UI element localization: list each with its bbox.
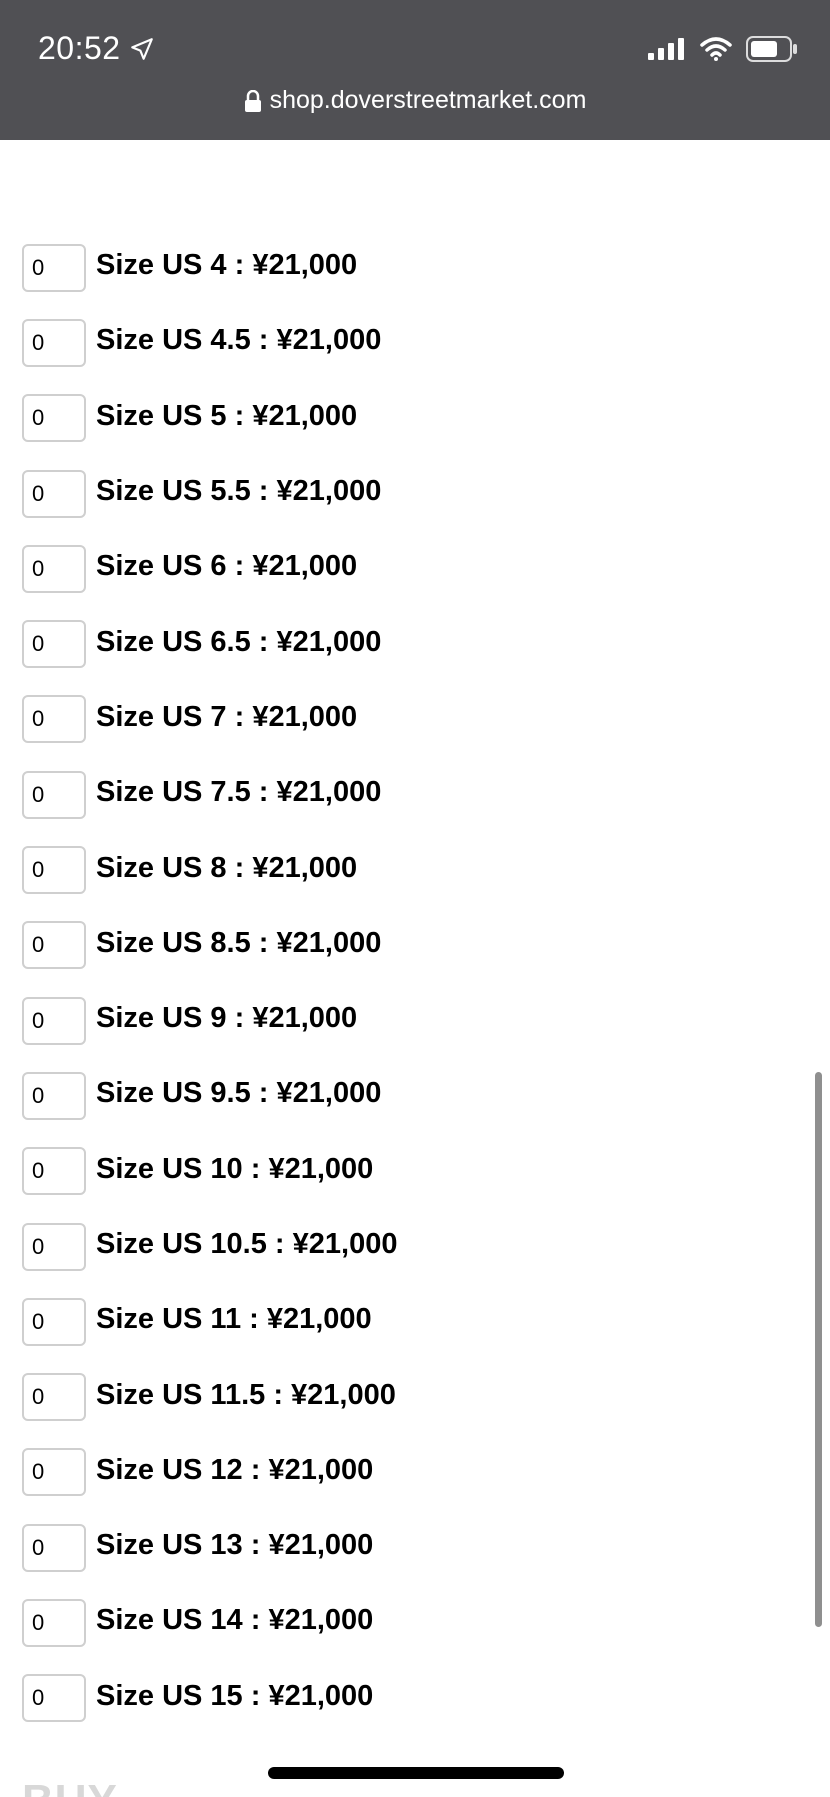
quantity-input[interactable]: [22, 1071, 86, 1120]
home-indicator[interactable]: [268, 1767, 564, 1779]
size-row: Size US 13 : ¥21,000: [22, 1508, 782, 1583]
quantity-input[interactable]: [22, 1598, 86, 1647]
size-row: Size US 4.5 : ¥21,000: [22, 303, 782, 378]
size-row: Size US 11 : ¥21,000: [22, 1282, 782, 1357]
quantity-input[interactable]: [22, 544, 86, 593]
size-price-label: Size US 13 : ¥21,000: [96, 1529, 374, 1562]
quantity-input[interactable]: [22, 1373, 86, 1422]
quantity-input[interactable]: [22, 770, 86, 819]
browser-top-bar: 20:52 shop.doverstreetmarket.com: [0, 0, 830, 140]
size-row: Size US 12 : ¥21,000: [22, 1433, 782, 1508]
status-time: 20:52: [38, 30, 155, 67]
size-price-label: Size US 9.5 : ¥21,000: [96, 1077, 382, 1110]
size-price-label: Size US 6.5 : ¥21,000: [96, 625, 382, 658]
scrollbar[interactable]: [815, 1072, 822, 1627]
quantity-input[interactable]: [22, 846, 86, 895]
quantity-input[interactable]: [22, 1297, 86, 1346]
size-row: Size US 6 : ¥21,000: [22, 529, 782, 604]
quantity-input[interactable]: [22, 318, 86, 367]
quantity-input[interactable]: [22, 1523, 86, 1572]
status-icons: [648, 36, 798, 62]
size-price-label: Size US 9 : ¥21,000: [96, 1002, 358, 1035]
quantity-input[interactable]: [22, 1448, 86, 1497]
quantity-input[interactable]: [22, 243, 86, 292]
size-row: Size US 9 : ¥21,000: [22, 981, 782, 1056]
size-price-label: Size US 14 : ¥21,000: [96, 1604, 374, 1637]
quantity-input[interactable]: [22, 394, 86, 443]
size-row: Size US 5.5 : ¥21,000: [22, 454, 782, 529]
quantity-input[interactable]: [22, 1147, 86, 1196]
status-time-text: 20:52: [38, 30, 121, 66]
url-text: shop.doverstreetmarket.com: [269, 86, 587, 114]
size-price-label: Size US 11.5 : ¥21,000: [96, 1378, 396, 1411]
size-price-label: Size US 12 : ¥21,000: [96, 1453, 374, 1486]
size-row: Size US 8.5 : ¥21,000: [22, 906, 782, 981]
size-price-label: Size US 10.5 : ¥21,000: [96, 1228, 398, 1260]
lock-icon: [244, 89, 261, 112]
size-price-label: Size US 10 : ¥21,000: [96, 1152, 374, 1185]
quantity-input[interactable]: [22, 996, 86, 1045]
size-price-label: Size US 5 : ¥21,000: [96, 399, 358, 432]
size-row: Size US 10.5 : ¥21,000: [22, 1207, 782, 1282]
size-row: Size US 8 : ¥21,000: [22, 830, 782, 905]
size-price-label: Size US 11 : ¥21,000: [96, 1303, 372, 1336]
size-row: Size US 9.5 : ¥21,000: [22, 1056, 782, 1131]
size-row: Size US 10 : ¥21,000: [22, 1132, 782, 1207]
size-row: Size US 5 : ¥21,000: [22, 379, 782, 454]
location-arrow-icon: [130, 37, 153, 60]
buy-button-partial[interactable]: BUY: [22, 1776, 118, 1797]
cellular-signal-icon: [648, 38, 684, 60]
quantity-input[interactable]: [22, 695, 86, 744]
battery-icon: [746, 36, 797, 62]
size-row: Size US 6.5 : ¥21,000: [22, 604, 782, 679]
size-row: Size US 4 : ¥21,000: [22, 228, 782, 303]
size-quantity-list: Size US 4 : ¥21,000 Size US 4.5 : ¥21,000…: [22, 228, 782, 1734]
size-price-label: Size US 5.5 : ¥21,000: [96, 475, 382, 508]
quantity-input[interactable]: [22, 620, 86, 669]
size-row: Size US 14 : ¥21,000: [22, 1583, 782, 1658]
size-price-label: Size US 15 : ¥21,000: [96, 1679, 374, 1712]
size-price-label: Size US 7 : ¥21,000: [96, 700, 358, 733]
size-price-label: Size US 8 : ¥21,000: [96, 851, 358, 884]
quantity-input[interactable]: [22, 469, 86, 518]
quantity-input[interactable]: [22, 921, 86, 970]
size-price-label: Size US 4.5 : ¥21,000: [96, 324, 382, 357]
screen: 20:52 shop.doverstreetmarket.com 0 Size …: [0, 0, 830, 1797]
address-bar[interactable]: shop.doverstreetmarket.com: [0, 86, 830, 115]
size-price-label: Size US 7.5 : ¥21,000: [96, 776, 382, 809]
wifi-icon: [700, 37, 732, 61]
quantity-input[interactable]: [22, 1222, 86, 1271]
size-price-label: Size US 4 : ¥21,000: [96, 249, 358, 282]
quantity-input[interactable]: [22, 1674, 86, 1723]
size-row: Size US 11.5 : ¥21,000: [22, 1357, 782, 1432]
size-price-label: Size US 6 : ¥21,000: [96, 550, 358, 583]
size-row: Size US 7.5 : ¥21,000: [22, 755, 782, 830]
size-price-label: Size US 8.5 : ¥21,000: [96, 926, 382, 959]
size-row: Size US 7 : ¥21,000: [22, 680, 782, 755]
size-row: Size US 15 : ¥21,000: [22, 1659, 782, 1734]
